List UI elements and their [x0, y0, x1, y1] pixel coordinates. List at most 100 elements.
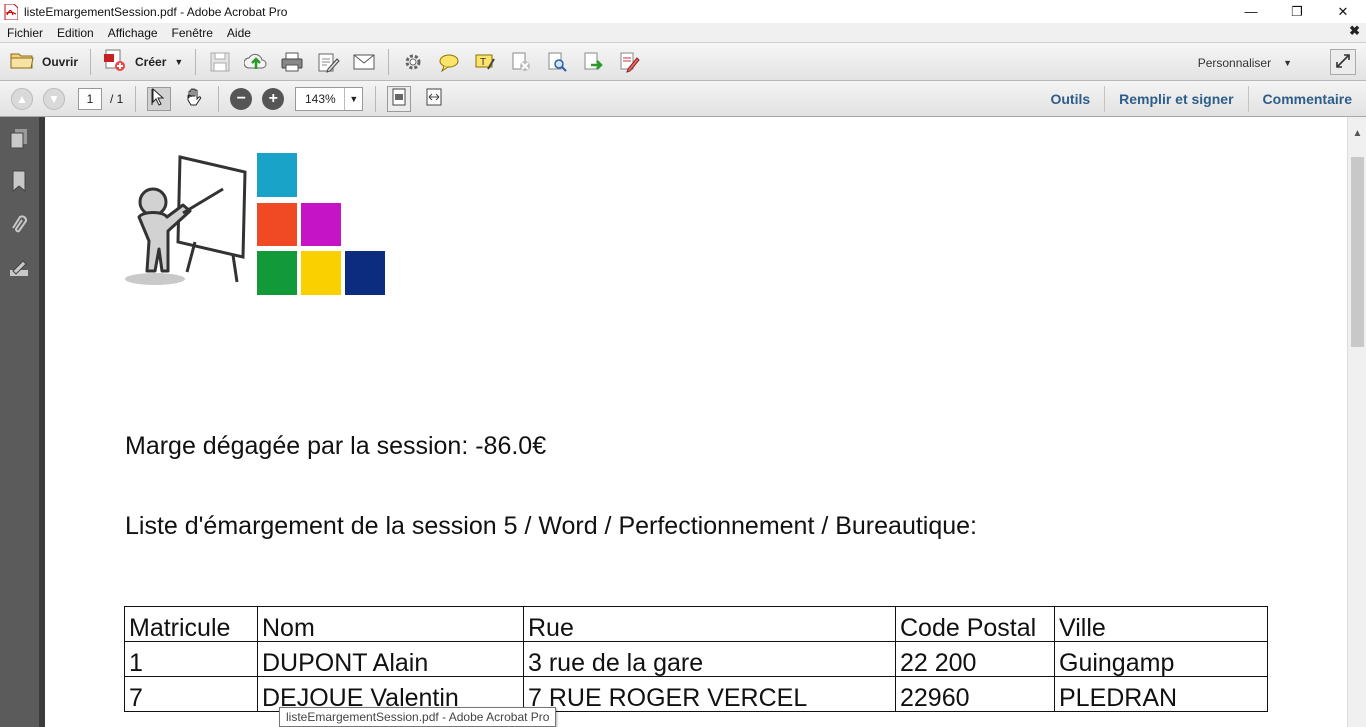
restore-button[interactable]: ❐ [1274, 0, 1320, 23]
main-toolbar: Ouvrir Créer ▼ T Personnaliser ▼ [0, 42, 1366, 81]
tools-panel-link[interactable]: Outils [1036, 87, 1104, 111]
menu-fenetre[interactable]: Fenêtre [165, 26, 220, 40]
menu-affichage[interactable]: Affichage [101, 26, 165, 40]
vertical-scrollbar[interactable]: ▲ [1347, 117, 1366, 727]
fit-width-icon [425, 87, 443, 110]
customize-label: Personnaliser [1197, 55, 1272, 70]
toolbar-divider [218, 85, 220, 112]
cell-rue: 7 RUE ROGER VERCEL [523, 676, 896, 712]
svg-text:T: T [480, 57, 486, 68]
create-label: Créer [135, 54, 167, 69]
close-window-button[interactable]: ✕ [1320, 0, 1366, 23]
toolbar-divider [135, 85, 137, 112]
comment-icon[interactable] [436, 49, 462, 75]
header-code-postal: Code Postal [895, 606, 1055, 642]
search-document-icon[interactable] [544, 49, 570, 75]
select-tool-button[interactable] [147, 86, 172, 111]
highlight-icon[interactable]: T [472, 49, 498, 75]
menu-edition[interactable]: Edition [50, 26, 101, 40]
zoom-out-button[interactable]: − [230, 87, 253, 110]
email-icon[interactable] [351, 49, 377, 75]
plus-icon: + [268, 89, 279, 107]
menu-fichier[interactable]: Fichier [0, 26, 50, 40]
expand-button[interactable] [1330, 49, 1356, 75]
logo-square-yellow [301, 251, 341, 295]
logo-square-cyan [257, 153, 297, 197]
chevron-down-icon: ▼ [174, 56, 184, 67]
logo-square-red [257, 203, 297, 246]
fit-page-button[interactable] [387, 85, 412, 112]
toolbar-divider [375, 85, 377, 112]
menu-aide[interactable]: Aide [220, 26, 258, 40]
attendance-list-heading: Liste d'émargement de la session 5 / Wor… [125, 512, 978, 540]
title-bar: listeEmargementSession.pdf - Adobe Acrob… [0, 0, 1366, 23]
table-row: 1 DUPONT Alain 3 rue de la gare 22 200 G… [124, 641, 1268, 677]
logo-square-green [257, 251, 297, 295]
close-document-icon[interactable]: ✖ [1349, 23, 1360, 39]
previous-page-button[interactable]: ▲ [11, 87, 33, 110]
page-thumbnails-icon[interactable] [8, 127, 30, 151]
open-button[interactable]: Ouvrir [4, 47, 84, 77]
minimize-icon: — [1244, 4, 1258, 19]
cell-matricule: 7 [124, 676, 258, 712]
full-screen-button[interactable] [421, 86, 447, 112]
sign-icon[interactable] [616, 49, 642, 75]
cell-code-postal: 22960 [895, 676, 1055, 712]
arrow-up-icon: ▲ [16, 91, 28, 106]
create-pdf-icon [103, 48, 127, 75]
create-button[interactable]: Créer ▼ [97, 47, 189, 77]
document-page: Marge dégagée par la session: -86.0€ Lis… [45, 117, 1347, 727]
fullscreen-icon [1335, 53, 1351, 72]
navigation-pane [0, 117, 39, 727]
print-icon[interactable] [279, 49, 305, 75]
table-header-row: Matricule Nom Rue Code Postal Ville [124, 606, 1268, 642]
customize-dropdown[interactable]: Personnaliser ▼ [1198, 43, 1292, 82]
window-title: listeEmargementSession.pdf - Adobe Acrob… [24, 4, 288, 19]
cell-rue: 3 rue de la gare [523, 641, 896, 677]
header-matricule: Matricule [124, 606, 258, 642]
toolbar-divider [388, 48, 390, 75]
cell-ville: Guingamp [1054, 641, 1268, 677]
hand-tool-button[interactable] [181, 86, 207, 112]
header-rue: Rue [523, 606, 896, 642]
attachment-icon[interactable] [8, 213, 30, 237]
cell-nom: DUPONT Alain [257, 641, 524, 677]
zoom-select[interactable]: 143% ▼ [295, 86, 364, 111]
restore-icon: ❐ [1291, 3, 1303, 19]
scroll-up-icon[interactable]: ▲ [1348, 123, 1366, 143]
upload-cloud-icon[interactable] [243, 49, 269, 75]
page-total: / 1 [110, 91, 124, 106]
cell-ville: PLEDRAN [1054, 676, 1268, 712]
navigation-toolbar: ▲ ▼ 1 / 1 − + 143% ▼ Outils Remplir et s… [0, 81, 1366, 117]
comment-panel-link[interactable]: Commentaire [1249, 87, 1366, 111]
scrollbar-thumb[interactable] [1351, 157, 1364, 347]
remove-icon[interactable] [508, 49, 534, 75]
logo-square-magenta [301, 203, 341, 246]
cursor-icon [151, 87, 167, 109]
header-ville: Ville [1054, 606, 1268, 642]
zoom-in-button[interactable]: + [262, 87, 285, 110]
arrow-down-icon: ▼ [48, 91, 60, 106]
export-icon[interactable] [580, 49, 606, 75]
minus-icon: − [236, 89, 247, 107]
toolbar-divider [90, 48, 92, 75]
training-logo [125, 147, 395, 302]
chevron-down-icon[interactable]: ▼ [344, 87, 362, 110]
hand-icon [184, 87, 204, 110]
logo-square-navy [345, 251, 385, 295]
close-icon: ✕ [1337, 3, 1349, 19]
bookmarks-icon[interactable] [8, 169, 30, 193]
page-number-input[interactable]: 1 [78, 87, 102, 110]
settings-icon[interactable] [400, 49, 426, 75]
margin-text: Marge dégagée par la session: -86.0€ [125, 432, 547, 460]
toolbar-divider [195, 48, 197, 75]
zoom-value: 143% [304, 91, 336, 106]
taskbar-tooltip: listeEmargementSession.pdf - Adobe Acrob… [279, 707, 557, 727]
edit-document-icon[interactable] [315, 49, 341, 75]
minimize-button[interactable]: — [1228, 0, 1274, 23]
signatures-icon[interactable] [8, 257, 30, 281]
next-page-button[interactable]: ▼ [43, 87, 65, 110]
fit-page-icon [391, 87, 407, 110]
save-icon[interactable] [207, 49, 233, 75]
fill-sign-panel-link[interactable]: Remplir et signer [1105, 87, 1247, 111]
